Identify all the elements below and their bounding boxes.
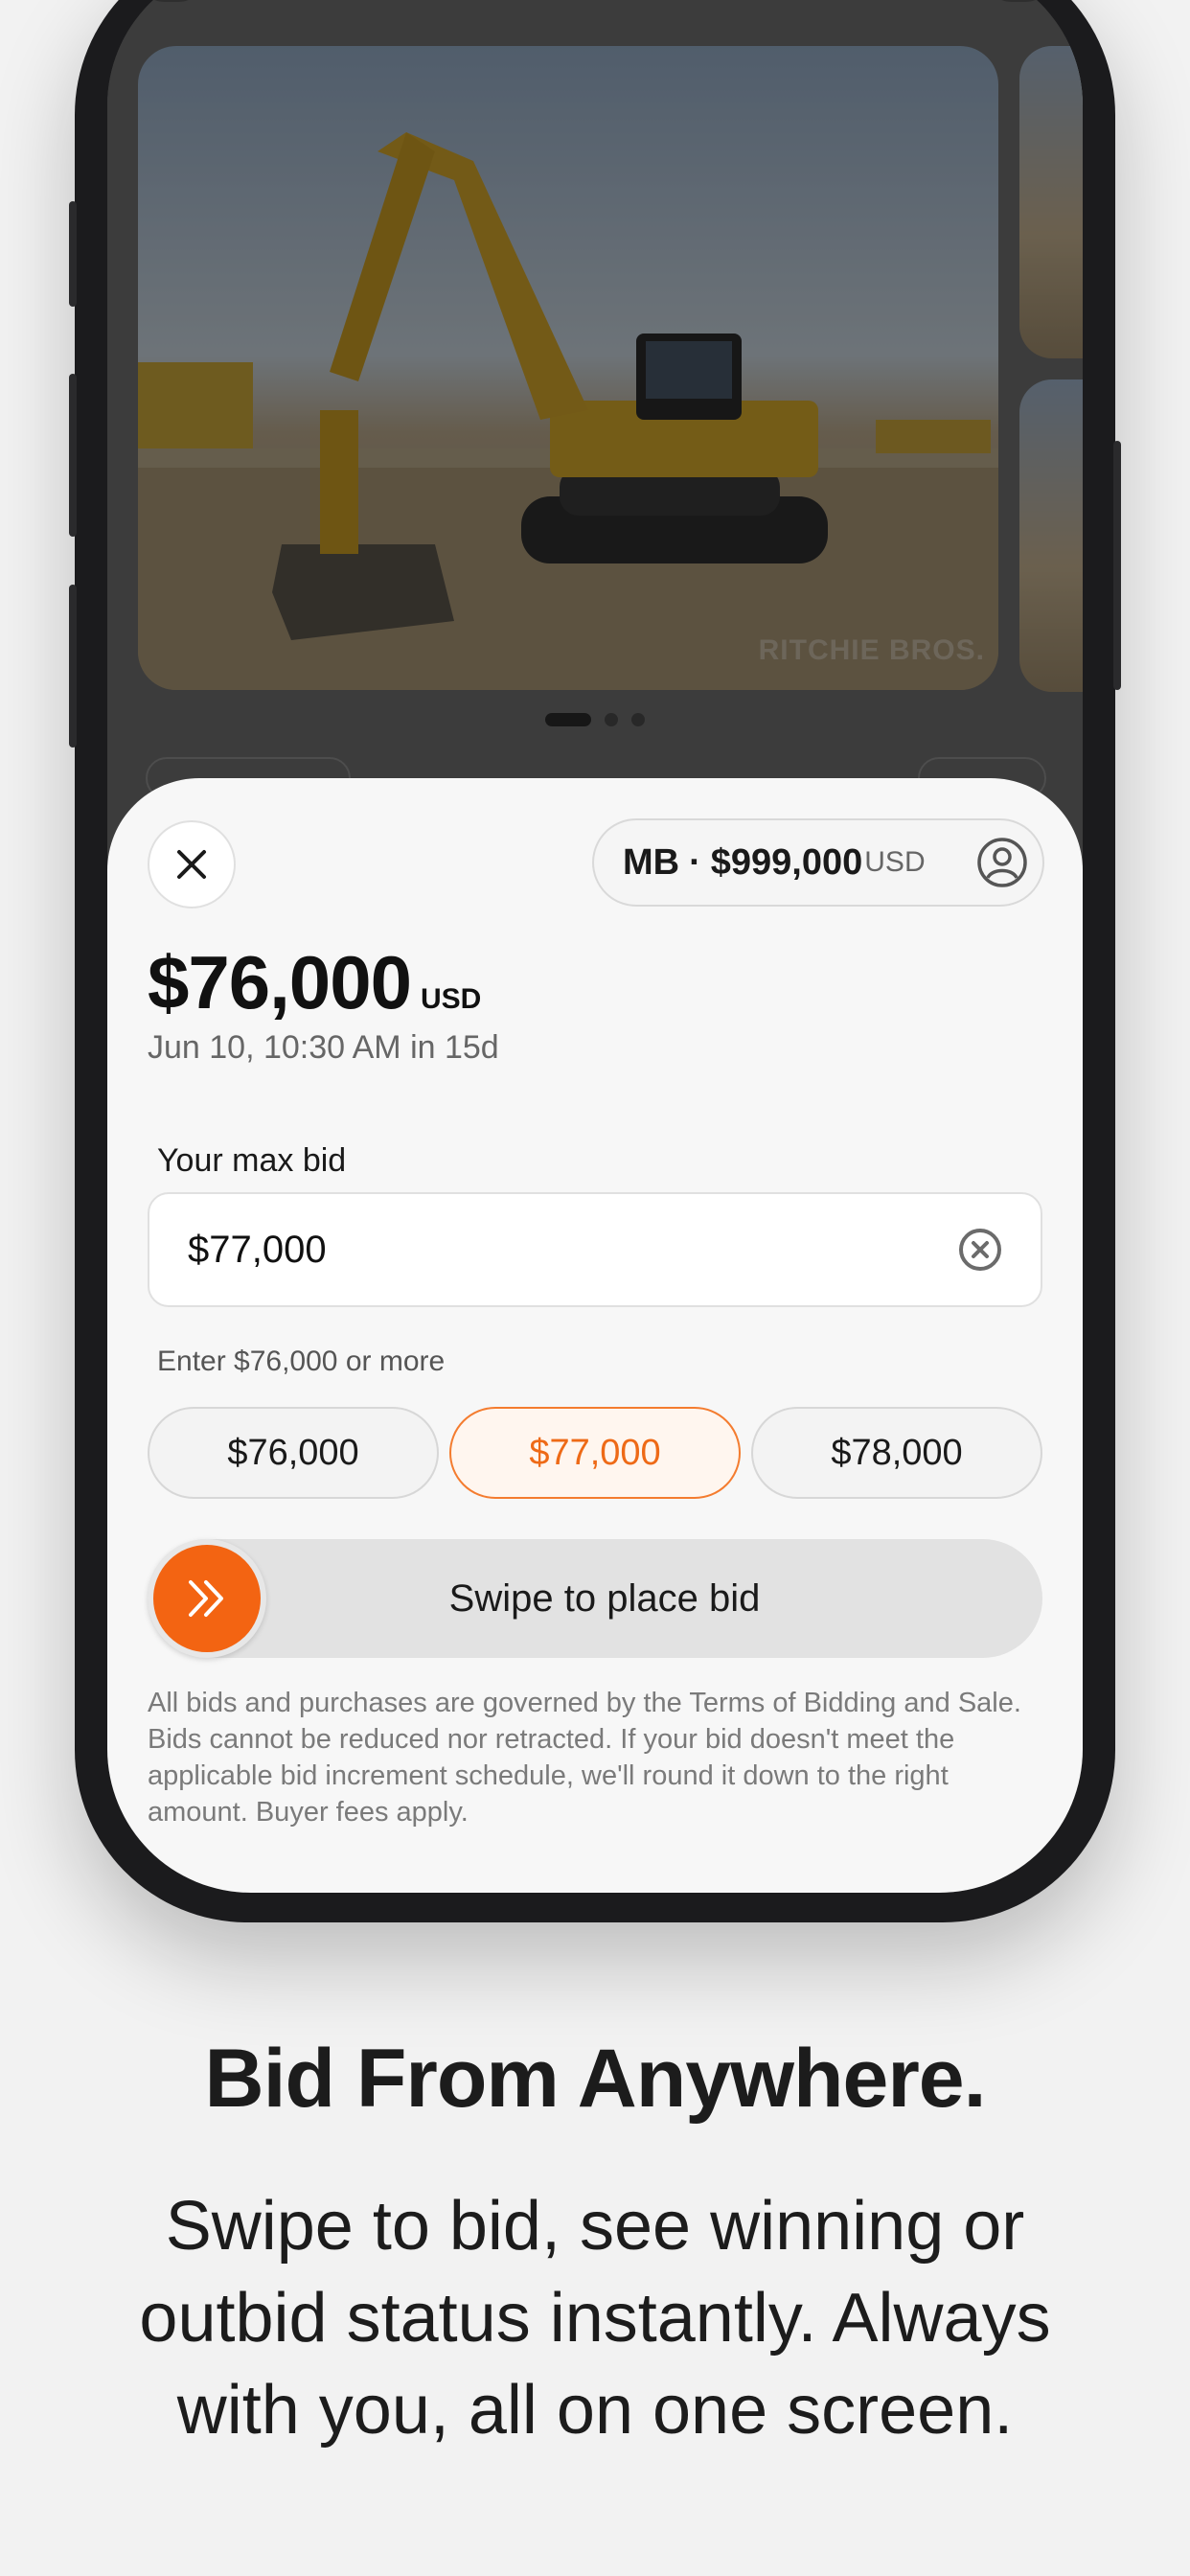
clear-circle-icon[interactable] bbox=[956, 1226, 1004, 1274]
account-currency: USD bbox=[864, 846, 926, 878]
max-bid-hint: Enter $76,000 or more bbox=[157, 1346, 446, 1377]
phone-volume-up bbox=[69, 374, 77, 537]
quick-bid-1[interactable]: $76,000 bbox=[148, 1407, 439, 1499]
max-bid-input[interactable] bbox=[186, 1227, 956, 1273]
current-bid-currency: USD bbox=[420, 983, 482, 1015]
max-bid-field[interactable] bbox=[148, 1192, 1042, 1307]
auction-end-time: Jun 10, 10:30 AM in 15d bbox=[148, 1029, 499, 1066]
double-chevron-right-icon bbox=[189, 1580, 223, 1617]
account-amount: $999,000 bbox=[710, 841, 863, 883]
account-initials: MB bbox=[623, 841, 680, 883]
account-balance-pill[interactable]: MB · $999,000 USD bbox=[592, 818, 1044, 907]
phone-power-button bbox=[1113, 441, 1121, 690]
swipe-label: Swipe to place bid bbox=[448, 1577, 761, 1620]
max-bid-label: Your max bid bbox=[157, 1142, 347, 1179]
bidding-terms: All bids and purchases are governed by t… bbox=[148, 1688, 1021, 1828]
swipe-handle[interactable] bbox=[148, 1539, 266, 1658]
current-bid-amount: $76,000 bbox=[148, 940, 412, 1024]
quick-bid-3[interactable]: $78,000 bbox=[751, 1407, 1042, 1499]
phone-side-button bbox=[69, 201, 77, 307]
marketing-subcopy: Swipe to bid, see winning or outbid stat… bbox=[139, 2188, 1051, 2449]
user-circle-icon bbox=[977, 838, 1027, 887]
marketing-headline: Bid From Anywhere. bbox=[204, 2033, 986, 2125]
close-button[interactable] bbox=[148, 820, 236, 908]
close-icon bbox=[177, 850, 206, 879]
swipe-to-bid-track[interactable]: Swipe to place bid bbox=[148, 1539, 1042, 1658]
phone-volume-down bbox=[69, 585, 77, 748]
bid-sheet: MB · $999,000 USD $76,000 USD Jun 10, 10… bbox=[107, 778, 1083, 1893]
quick-bid-2[interactable]: $77,000 bbox=[449, 1407, 741, 1499]
current-bid: $76,000 USD bbox=[148, 939, 481, 1026]
phone-screen: RITCHIE BROS. MB · $999,000 USD $76,000 … bbox=[107, 0, 1083, 1893]
account-separator: · bbox=[689, 841, 701, 883]
